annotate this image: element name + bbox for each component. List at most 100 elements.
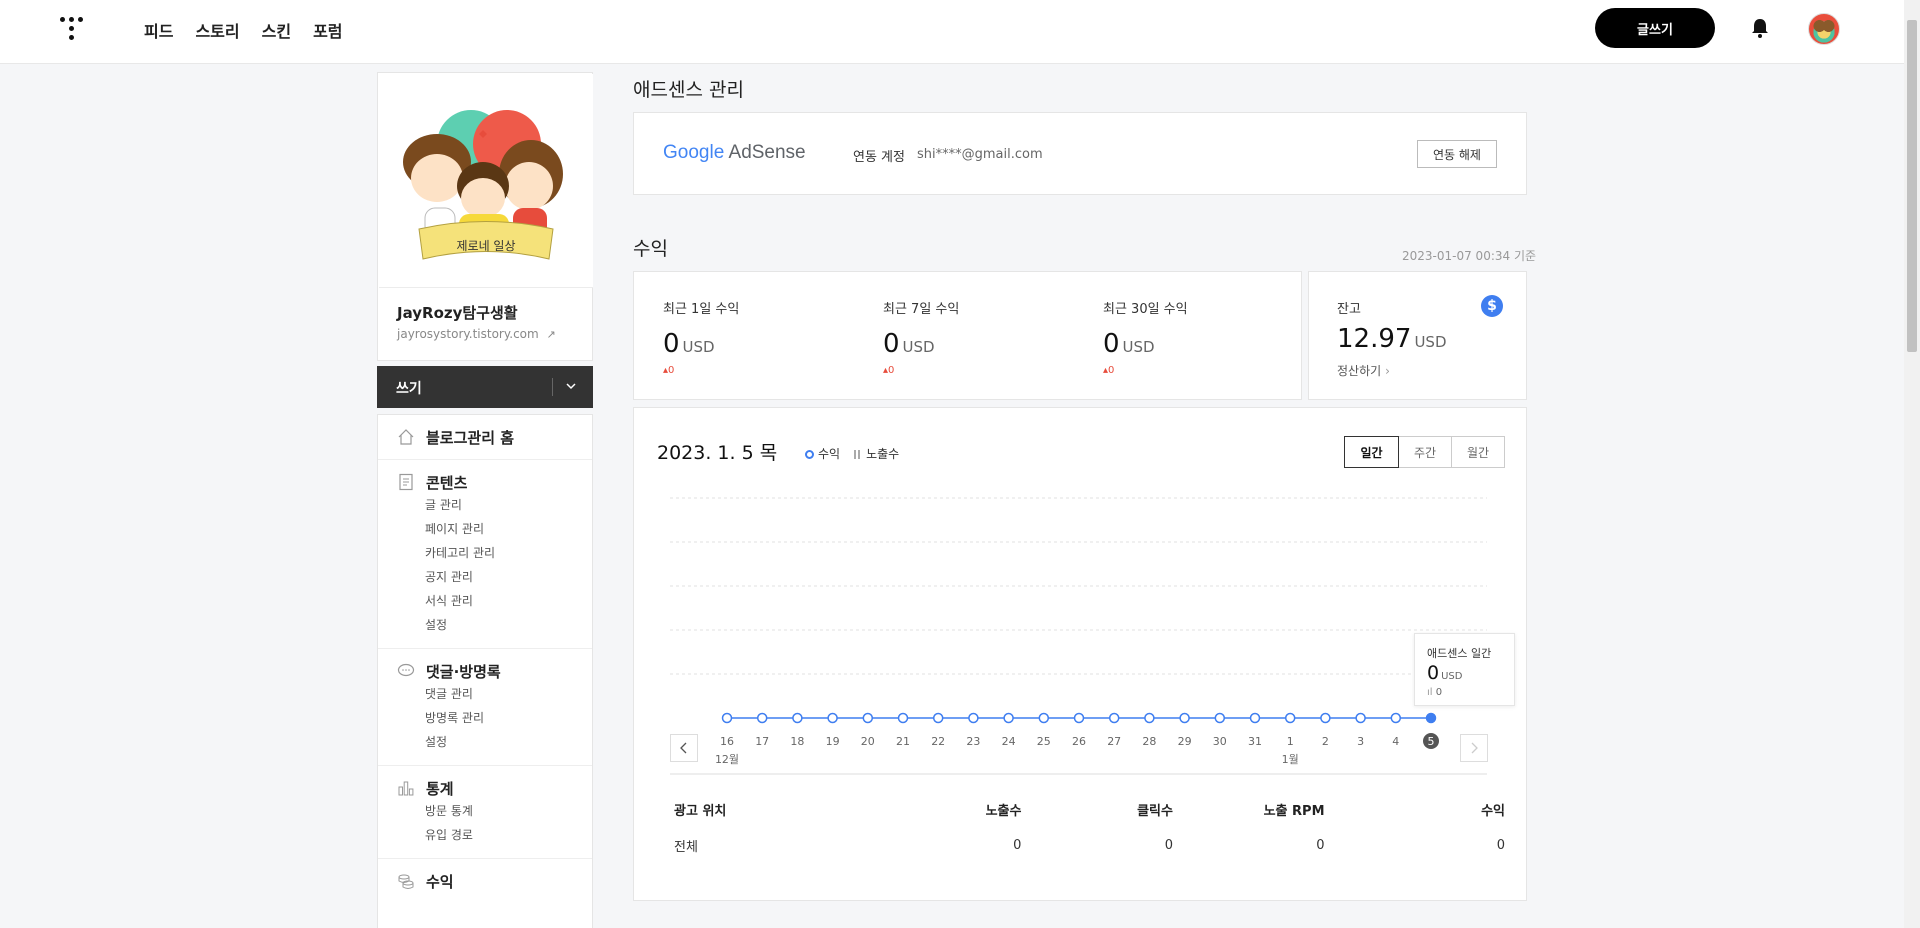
chevron-right-icon: › (1385, 364, 1390, 378)
nav-story[interactable]: 스토리 (195, 18, 239, 42)
month-label: 12월 (715, 753, 739, 766)
sidebar-item-blog-home[interactable]: 블로그관리 홈 (378, 426, 592, 448)
chart-point (1108, 712, 1120, 724)
chart-point (1390, 712, 1402, 724)
home-icon (398, 429, 414, 445)
chart-point (756, 712, 768, 724)
scrollbar-thumb[interactable] (1907, 20, 1917, 352)
tab-daily[interactable]: 일간 (1344, 436, 1399, 468)
chart-point (1320, 712, 1331, 724)
month-label: 1월 (1282, 753, 1299, 766)
google-logo-text: Google (663, 142, 725, 163)
write-post-button[interactable]: 글쓰기 (1595, 8, 1715, 48)
chart-icon (398, 781, 414, 796)
chart-point (721, 712, 733, 724)
tistory-logo-icon[interactable] (58, 15, 86, 43)
chart-point (1355, 712, 1366, 724)
sidebar-menu: 블로그관리 홈 콘텐츠 글 관리 페이지 관리 카테고리 관리 공지 관리 서식… (377, 414, 593, 928)
x-tick-label: 30 (1213, 735, 1227, 748)
earnings-change: ▴0 (883, 365, 895, 376)
sidebar-subitem-categories[interactable]: 카테고리 관리 (378, 541, 592, 565)
adsense-logo-text: AdSense (728, 142, 806, 163)
chevron-left-icon (680, 742, 687, 754)
x-tick-label: 4 (1392, 735, 1399, 748)
sidebar-subitem-referrers[interactable]: 유입 경로 (378, 823, 592, 847)
sidebar-item-revenue[interactable]: 수익 (378, 870, 592, 892)
menu-section-revenue: 수익 (378, 859, 592, 903)
sidebar-subitem-comment-manage[interactable]: 댓글 관리 (378, 682, 592, 706)
adsense-chart-card: 2023. 1. 5 목 수익 노출수 일간 주간 월간 16 17 18 19 20 2… (633, 407, 1527, 901)
blog-name[interactable]: JayRozy탐구생활 (397, 302, 518, 323)
chart-point (897, 712, 909, 724)
table-header-row: 광고 위치 노출수 클릭수 노출 RPM 수익 (657, 791, 1505, 827)
bell-icon[interactable] (1750, 17, 1770, 39)
chart-point (827, 712, 838, 724)
settle-link[interactable]: 정산하기 › (1337, 362, 1390, 379)
x-tick-label: 28 (1142, 735, 1156, 748)
chart-point (1179, 712, 1190, 724)
write-dropdown-bar[interactable]: 쓰기 (377, 366, 593, 408)
table-row: 전체 0 0 0 0 (657, 827, 1505, 863)
chart-point (862, 712, 874, 724)
sidebar-item-label: 통계 (426, 779, 454, 798)
table-header: 노출 RPM (1263, 803, 1325, 819)
linked-account-label: 연동 계정 (853, 150, 905, 165)
top-navigation-bar: 피드 스토리 스킨 포럼 글쓰기 (0, 0, 1904, 64)
earnings-label: 최근 1일 수익 (663, 302, 740, 317)
sidebar-item-label: 댓글·방명록 (426, 662, 501, 681)
chart-point (1038, 712, 1050, 724)
ad-placement-table: 광고 위치 노출수 클릭수 노출 RPM 수익 전체 0 0 0 0 (657, 791, 1505, 863)
document-icon (399, 473, 413, 491)
sidebar-item-label: 수익 (426, 872, 454, 891)
table-header: 광고 위치 (674, 803, 727, 819)
sidebar-subitem-templates[interactable]: 서식 관리 (378, 589, 592, 613)
external-link-icon: ↗ (546, 328, 556, 341)
blog-profile-image[interactable]: 제로네 일상 (379, 74, 593, 288)
chart-point (1144, 712, 1155, 724)
earnings-value: 0 USD (1103, 329, 1155, 359)
table-cell: 0 (1316, 837, 1325, 853)
earnings-value: 0 USD (663, 329, 715, 359)
nav-skin[interactable]: 스킨 (262, 18, 291, 42)
table-header: 노출수 (985, 803, 1022, 819)
chart-prev-button[interactable] (670, 734, 698, 762)
google-adsense-logo: Google AdSense (663, 142, 806, 164)
chart-next-button[interactable] (1460, 734, 1488, 762)
earnings-value: 0 USD (883, 329, 935, 359)
sidebar-subitem-pages[interactable]: 페이지 관리 (378, 517, 592, 541)
nav-forum[interactable]: 포럼 (313, 18, 342, 42)
page-title: 애드센스 관리 (633, 79, 744, 101)
page-scrollbar[interactable] (1904, 0, 1920, 928)
table-header: 클릭수 (1137, 803, 1173, 819)
sidebar-item-comments[interactable]: 댓글·방명록 (378, 660, 592, 682)
user-avatar[interactable] (1808, 13, 1840, 45)
earnings-timestamp: 2023-01-07 00:34 기준 (1402, 249, 1537, 263)
sidebar-item-contents[interactable]: 콘텐츠 (378, 471, 592, 493)
x-tick-label: 19 (826, 735, 840, 748)
x-tick-label: 23 (966, 735, 980, 748)
chart-point (1425, 712, 1437, 724)
tooltip-value: 0 USD (1427, 662, 1463, 684)
x-tick-label: 26 (1072, 735, 1086, 748)
unlink-button[interactable]: 연동 해제 (1417, 140, 1497, 168)
sidebar-subitem-posts[interactable]: 글 관리 (378, 493, 592, 517)
sidebar-subitem-content-settings[interactable]: 설정 (378, 613, 592, 637)
sidebar-subitem-comment-settings[interactable]: 설정 (378, 730, 592, 754)
blog-url-link[interactable]: jayrosystory.tistory.com ↗ (397, 327, 556, 341)
adsense-link-card: Google AdSense 연동 계정 shi****@gmail.com 연… (633, 112, 1527, 195)
table-header: 수익 (1481, 803, 1505, 819)
chart-point (932, 712, 944, 724)
x-tick-label: 1 (1287, 735, 1294, 748)
tooltip-title: 애드센스 일간 (1427, 647, 1492, 660)
x-tick-label: 24 (1002, 735, 1016, 748)
sidebar-subitem-guestbook-manage[interactable]: 방명록 관리 (378, 706, 592, 730)
sidebar-subitem-visit-stats[interactable]: 방문 통계 (378, 799, 592, 823)
chart-point (1003, 712, 1014, 724)
balance-card: 잔고 $ 12.97 USD 정산하기 › (1308, 271, 1527, 400)
chevron-down-icon[interactable] (563, 378, 579, 394)
linked-account-email: shi****@gmail.com (917, 147, 1043, 162)
sidebar-subitem-notices[interactable]: 공지 관리 (378, 565, 592, 589)
earnings-1day: 최근 1일 수익 0 USD ▴0 (663, 298, 739, 376)
sidebar-item-stats[interactable]: 통계 (378, 777, 592, 799)
nav-feed[interactable]: 피드 (144, 18, 173, 42)
